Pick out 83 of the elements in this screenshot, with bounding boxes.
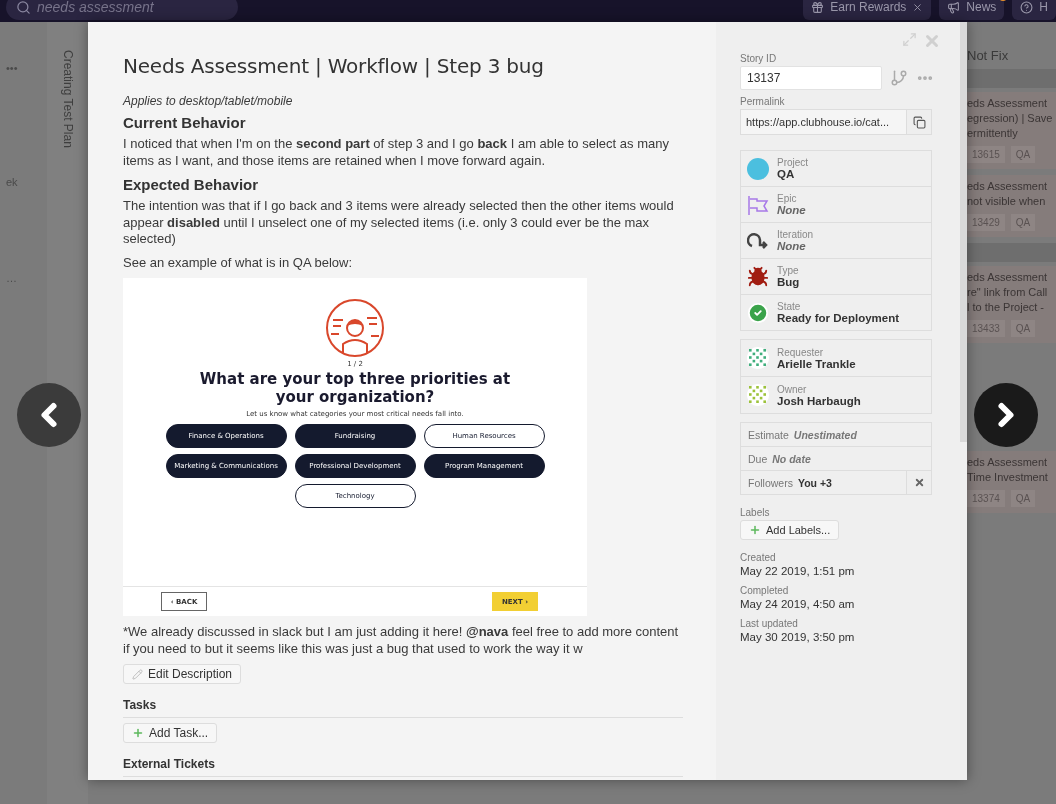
card-title-line: ermittently	[967, 126, 1019, 141]
add-labels-button[interactable]: Add Labels...	[740, 520, 840, 540]
card-title-line: eds Assessment	[967, 179, 1049, 194]
date-value: May 24 2019, 4:50 am	[740, 598, 856, 610]
date-value: May 22 2019, 1:51 pm	[740, 565, 856, 577]
close-icon[interactable]	[923, 32, 941, 50]
search-field[interactable]: needs assessment	[6, 0, 238, 20]
meta-value: You +3	[797, 476, 832, 489]
meta-row[interactable]: Followers You +3	[741, 470, 931, 494]
description-text: The intention was that if I go back and 3 items were already selected then the other items would appear disabled until I unselect one of my selected items (i.e. only 3 could ever be the max selected)	[123, 198, 675, 248]
search-icon	[16, 0, 31, 15]
help-icon	[1020, 0, 1034, 14]
card-title-line: re" link from Call	[967, 285, 1049, 300]
section-heading: Expected Behavior	[123, 176, 260, 193]
date-label: Completed	[740, 585, 790, 596]
attribute-label: Project	[777, 157, 809, 168]
date-label: Last updated	[740, 618, 799, 629]
attribute-label: Owner	[777, 383, 808, 395]
attribute-label: Requester	[777, 346, 825, 358]
card-title-line: Time Investment	[967, 470, 1049, 485]
close-icon	[912, 1, 924, 13]
story-title: Needs Assessment | Workflow | Step 3 bug	[123, 54, 545, 78]
story-id-field[interactable]: 13137	[740, 66, 882, 90]
meta-label: Estimate	[748, 428, 789, 441]
expand-icon[interactable]	[902, 32, 917, 47]
news-button[interactable]: News	[939, 0, 1005, 20]
loop-arrow-icon	[747, 230, 769, 251]
check-circle-icon	[747, 301, 769, 324]
attribute-label: State	[777, 301, 802, 312]
description-text: I noticed that when I'm on the second part of step 3 and I go back I am able to select as many items as I want, and those items are retained when I move forward again.	[123, 136, 670, 169]
edit-description-button[interactable]: Edit Description	[123, 664, 242, 684]
note-text: Applies to desktop/tablet/mobile	[123, 94, 294, 108]
meta-row[interactable]: Due No date	[741, 446, 931, 470]
help-button[interactable]: H	[1012, 0, 1056, 20]
meta-label: Followers	[748, 476, 793, 489]
field-label: Permalink	[740, 96, 786, 107]
attribute-value: Ready for Deployment	[777, 312, 900, 324]
description-text: See an example of what is in QA below:	[123, 254, 354, 271]
attribute-value: Bug	[777, 276, 800, 288]
meta-row[interactable]: Estimate Unestimated	[741, 423, 931, 446]
card-text: …	[6, 272, 18, 284]
card-title-line: eds Assessment	[967, 270, 1049, 285]
person-name: Arielle Trankle	[777, 357, 856, 370]
meta-value: No date	[772, 452, 811, 465]
date-label: Created	[740, 552, 777, 563]
scrollbar[interactable]	[960, 22, 967, 442]
add-task-button[interactable]: Add Task...	[123, 723, 218, 743]
column-title: Not Fix	[967, 47, 1010, 65]
section-heading: Current Behavior	[123, 114, 247, 131]
megaphone-icon	[947, 0, 961, 14]
person-emblem-drawing	[325, 298, 385, 358]
plus-icon	[132, 727, 144, 739]
person-name: Josh Harbaugh	[777, 394, 861, 407]
avatar-icon	[747, 384, 769, 406]
bug-icon	[747, 265, 769, 288]
field-label: Story ID	[740, 53, 778, 64]
card-title-line: egression) | Save	[967, 111, 1054, 126]
card-title-line: eds Assessment	[967, 455, 1049, 470]
description-text: *We already discussed in slack but I am just adding it here! @nava feel free to add more content if you need to but it seems like this was just a bug that used to work the way it w	[123, 624, 680, 657]
section-heading: Tasks	[123, 698, 683, 718]
attribute-label: Type	[777, 265, 800, 276]
field-label: Labels	[740, 507, 771, 518]
question-text: What are your top three priorities at your organization?	[198, 370, 512, 406]
attribute-value: QA	[777, 168, 796, 180]
date-value: May 30 2019, 3:50 pm	[740, 631, 856, 643]
attribute-value: None	[777, 240, 807, 252]
column-title: Creating Test Plan	[60, 50, 75, 150]
meta-label: Due	[748, 452, 768, 465]
close-icon	[913, 477, 925, 488]
gift-icon	[811, 0, 825, 14]
pencil-icon	[132, 668, 143, 680]
attribute-label: Epic	[777, 193, 798, 204]
flag-icon	[747, 193, 769, 216]
attribute-label: Iteration	[777, 229, 814, 240]
plus-icon	[749, 524, 761, 536]
section-heading: External Tickets	[123, 757, 683, 777]
avatar-icon	[747, 347, 769, 369]
card-title-line: eds Assessment	[967, 96, 1049, 111]
card-title-line: not visible when	[967, 194, 1047, 209]
meta-value: Unestimated	[793, 428, 857, 441]
rewards-button[interactable]: Earn Rewards	[803, 0, 932, 20]
attribute-value: None	[777, 204, 806, 216]
branch-icon[interactable]	[890, 69, 908, 87]
